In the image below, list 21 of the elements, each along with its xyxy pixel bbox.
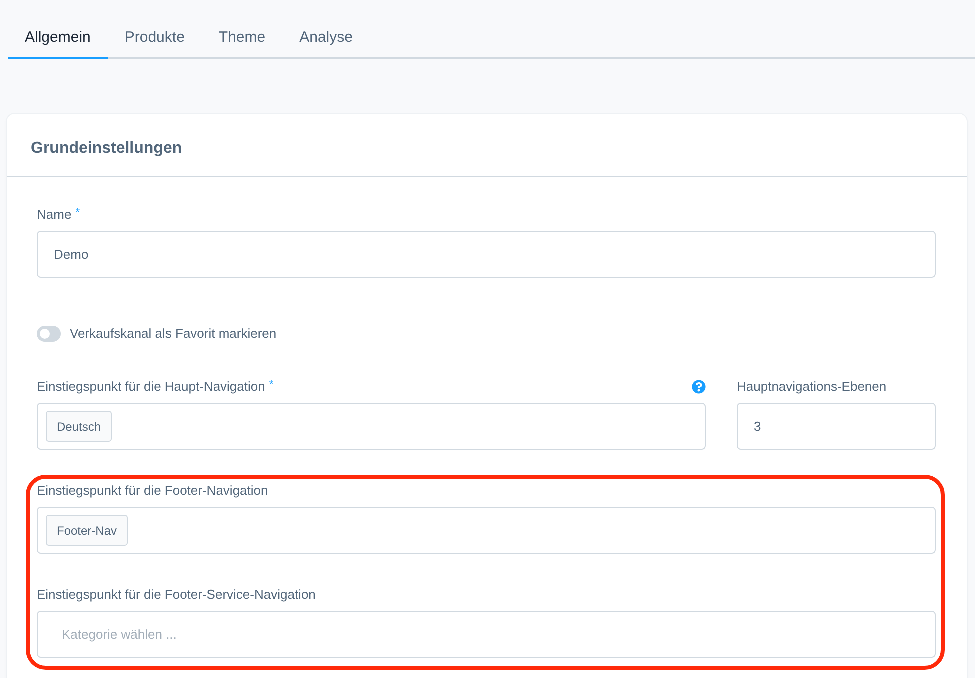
field-label: Einstiegspunkt für die Footer-Navigation [37,483,268,499]
field-label: Einstiegspunkt für die Haupt-Navigation [37,379,266,395]
required-mark: * [269,379,274,391]
field-label: Einstiegspunkt für die Footer-Service-Navigation [37,587,316,603]
category-select-field[interactable]: Footer-Nav [37,507,936,554]
tab[interactable]: Allgemein [8,16,108,59]
tab[interactable]: Produkte [108,16,202,59]
favorite-toggle[interactable] [37,326,61,342]
required-mark: * [76,207,80,219]
tab[interactable]: Analyse [282,16,370,59]
card-title: Grundeinstellungen [31,140,182,158]
field-label: Name [37,207,72,223]
selected-tag: Deutsch [46,411,112,442]
selected-tag: Footer-Nav [46,515,128,546]
text-input[interactable]: 3 [737,403,936,450]
text-input[interactable]: Demo [37,231,936,278]
tab[interactable]: Theme [202,16,283,59]
help-icon[interactable] [692,380,706,394]
toggle-label: Verkaufskanal als Favorit markieren [70,326,277,342]
field-label: Hauptnavigations-Ebenen [737,379,887,395]
category-select-field[interactable]: Deutsch [37,403,706,450]
